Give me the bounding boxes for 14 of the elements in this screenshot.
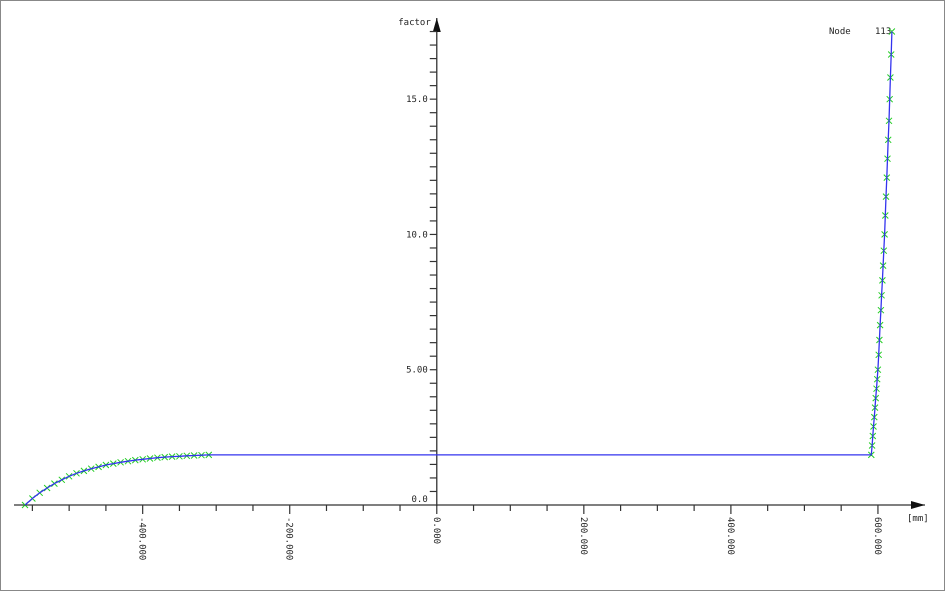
tick-label: 5.00 [406, 366, 428, 376]
tick-label: 10.0 [406, 230, 428, 240]
tick-label: -400.000 [136, 517, 147, 560]
tick-label: 600.000 [872, 517, 882, 555]
tick-label: 0.0 [412, 495, 428, 505]
legend-label: Node [829, 27, 851, 37]
tick-label: 15.0 [406, 95, 428, 106]
tick-label: 400.000 [724, 517, 735, 555]
tick-label: 0.000 [430, 517, 441, 544]
axis-title: factor [398, 18, 431, 28]
tick-label: 200.000 [578, 517, 588, 555]
legend-value: 113 [875, 27, 892, 37]
axis-title: [mm] [907, 514, 929, 524]
tick-label: -200.000 [284, 517, 294, 560]
